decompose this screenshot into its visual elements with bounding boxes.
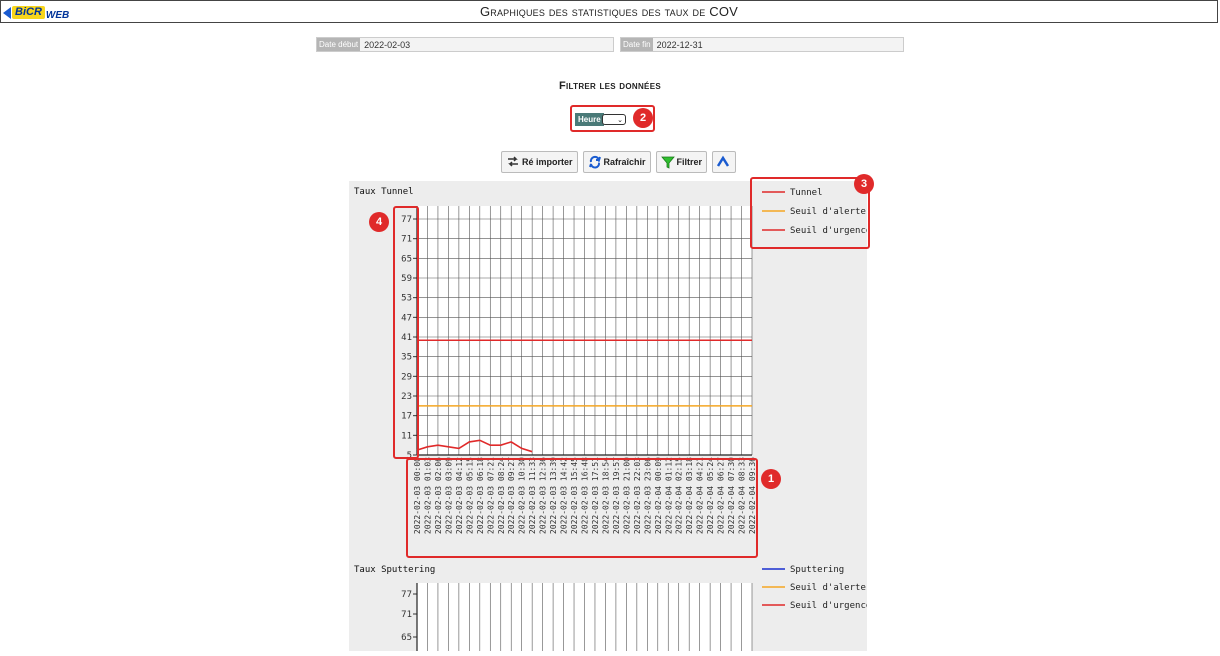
filter-label: Filtrer — [676, 157, 703, 167]
header-bar: BiCR WEB Graphiques des statistiques des… — [0, 0, 1218, 23]
y-tick-label: 77 — [401, 590, 412, 600]
page-title: Graphiques des statistiques des taux de … — [479, 4, 739, 19]
chevron-down-icon: ⌄ — [617, 117, 623, 124]
y-tick-label: 65 — [401, 633, 412, 643]
scroll-top-button[interactable] — [712, 151, 737, 173]
legend-label: Seuil d'urgence — [790, 601, 867, 611]
annotation-badge-1: 1 — [761, 469, 781, 489]
annotation-badge-4: 4 — [369, 212, 389, 232]
chevron-up-icon — [717, 155, 730, 167]
start-date-field[interactable]: Date début 2022-02-03 — [316, 37, 614, 52]
annotation-badge-3: 3 — [854, 174, 874, 194]
legend-label: Seuil d'alerte — [790, 583, 866, 593]
y-tick-label: 71 — [401, 610, 412, 620]
toolbar: Ré importer Rafraîchir Filtrer — [501, 151, 737, 173]
start-date-value[interactable]: 2022-02-03 — [360, 40, 410, 50]
chart-title: Taux Tunnel — [354, 187, 414, 197]
legend-highlight — [750, 177, 870, 249]
start-date-label: Date début — [317, 38, 361, 51]
reimport-button[interactable]: Ré importer — [501, 151, 578, 173]
refresh-label: Rafraîchir — [603, 157, 646, 167]
end-date-label: Date fin — [621, 38, 653, 51]
refresh-icon — [588, 155, 601, 169]
filter-title: Filtrer les données — [559, 80, 661, 92]
end-date-field[interactable]: Date fin 2022-12-31 — [620, 37, 904, 52]
reimport-label: Ré importer — [522, 157, 573, 167]
filter-button[interactable]: Filtrer — [655, 151, 708, 173]
reimport-icon — [508, 156, 518, 167]
end-date-value[interactable]: 2022-12-31 — [653, 40, 703, 50]
annotation-badge-2: 2 — [633, 108, 653, 128]
legend-label: Sputtering — [790, 565, 844, 575]
y-axis-highlight — [393, 206, 419, 459]
chart-title: Taux Sputtering — [354, 565, 435, 575]
sputtering-chart: Taux Sputtering 65 71 77 Sputtering Seuil d'a… — [349, 561, 871, 651]
funnel-icon — [660, 156, 675, 169]
x-axis-highlight — [406, 458, 758, 558]
refresh-button[interactable]: Rafraîchir — [582, 151, 651, 173]
hour-select[interactable]: ⌄ — [602, 114, 626, 125]
hour-label: Heure — [575, 113, 604, 126]
sputtering-chart-svg: Taux Sputtering 65 71 77 Sputtering Seuil d'a… — [354, 565, 871, 651]
